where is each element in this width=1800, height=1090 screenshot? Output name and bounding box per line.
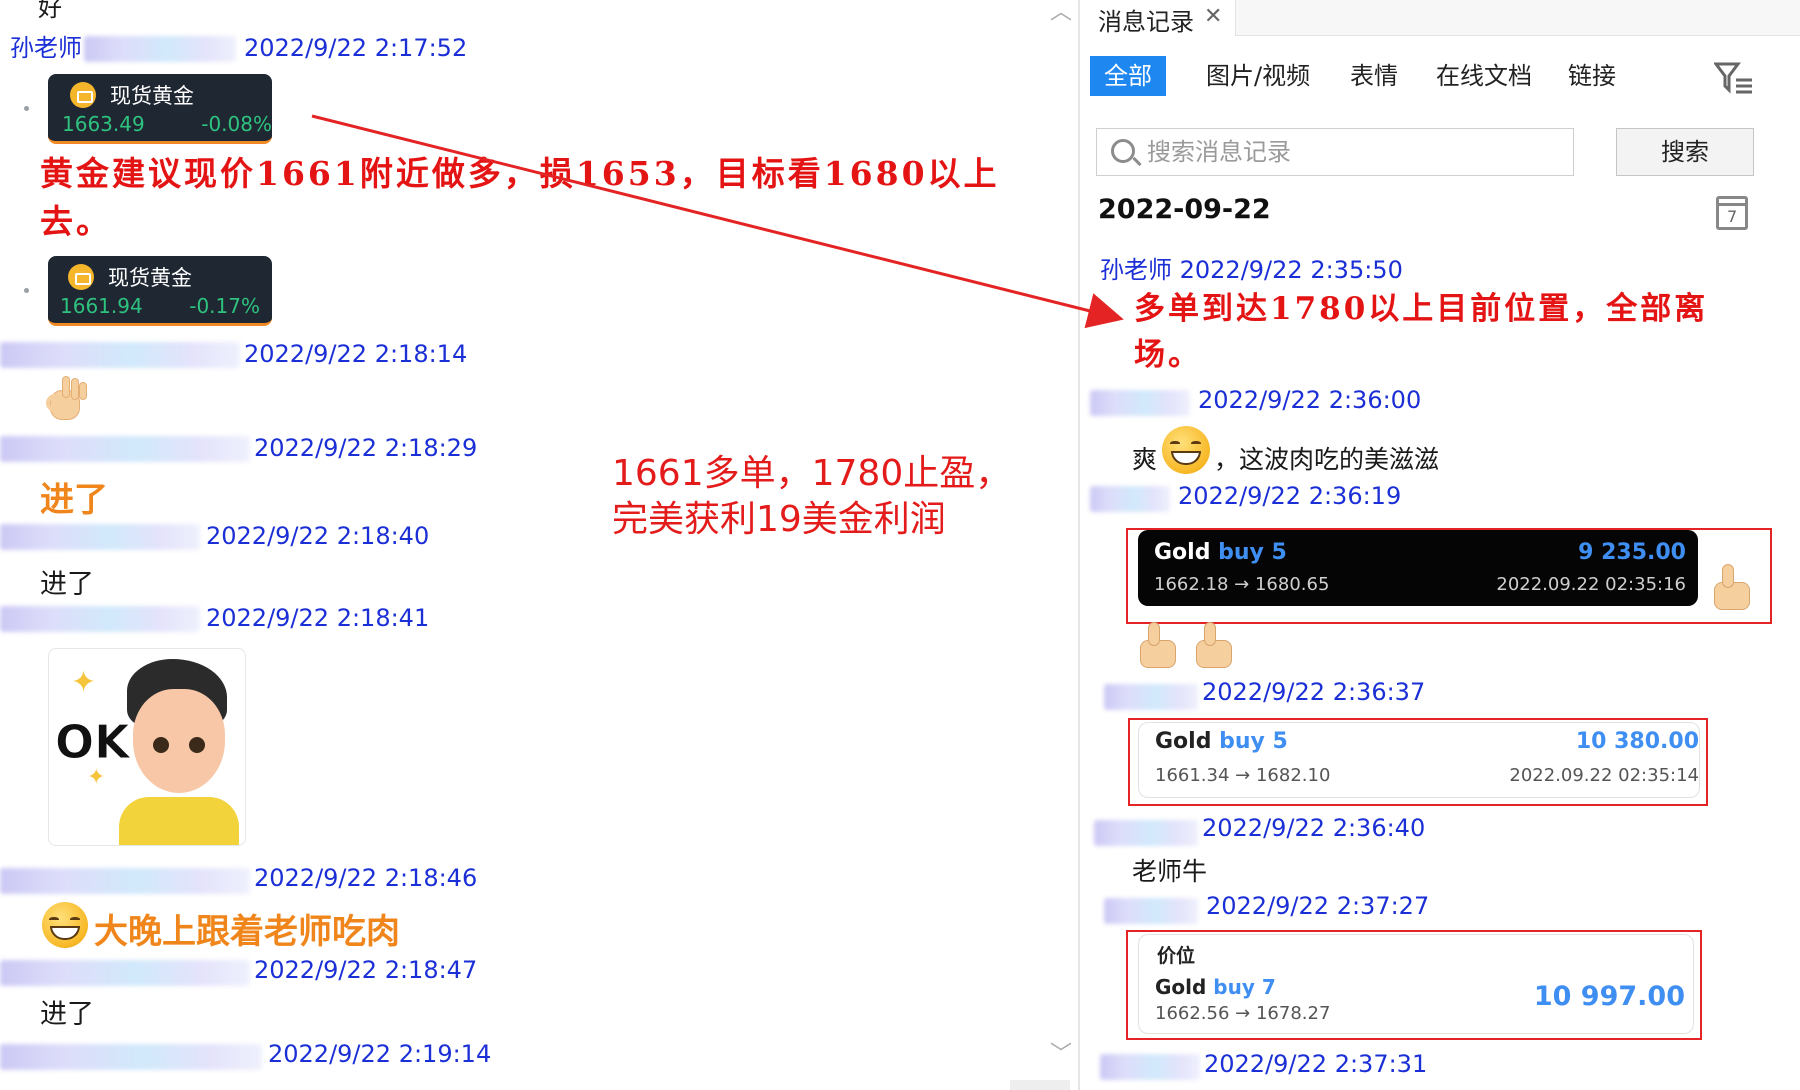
blurred-name (0, 606, 200, 632)
profit-annotation-line2: 完美获利19美金利润 (612, 499, 946, 540)
scroll-down-icon[interactable]: ﹀ (1050, 1036, 1072, 1068)
filter-tab-all[interactable]: 全部 (1090, 56, 1166, 96)
message-time: 2022/9/22 2:37:31 (1204, 1050, 1428, 1078)
trade-profit: 9 235.00 (1578, 540, 1686, 565)
close-icon[interactable]: ✕ (1204, 4, 1222, 29)
blurred-name (0, 868, 250, 894)
gold-coin-icon (70, 82, 96, 108)
trade-label: 价位 (1157, 945, 1196, 967)
trade-profit: 10 380.00 (1575, 729, 1699, 754)
gold-quote-card[interactable]: 现货黄金 1661.94 -0.17% (48, 256, 272, 326)
blurred-name (1090, 486, 1170, 512)
trade-prices: 1661.34 → 1682.10 (1155, 765, 1331, 786)
teacher-advice-message: 黄金建议现价1661附近做多，损1653，目标看1680以上去。 (40, 154, 1000, 241)
trade-screenshot[interactable]: 价位 Gold buy 7 10 997.00 1662.56 → 1678.2… (1138, 934, 1694, 1034)
quote-name: 现货黄金 (108, 266, 192, 290)
tab-title: 消息记录 (1098, 8, 1194, 36)
message-time: 2022/9/22 2:36:00 (1198, 386, 1422, 414)
quote-name: 现货黄金 (110, 84, 194, 108)
message-history-panel: 消息记录 ✕ 全部 图片/视频 表情 在线文档 链接 搜索 2022-09-22… (1080, 0, 1800, 1090)
search-button[interactable]: 搜索 (1616, 128, 1754, 176)
message-text-prefix: 爽 (1132, 445, 1158, 474)
gold-coin-icon (68, 264, 94, 290)
trade-screenshot[interactable]: Gold buy 5 10 380.00 1661.34 → 1682.10 2… (1138, 722, 1700, 798)
date-heading: 2022-09-22 (1098, 194, 1271, 225)
filter-tab-emoji[interactable]: 表情 (1336, 56, 1412, 96)
tab-message-history[interactable]: 消息记录 ✕ (1080, 0, 1236, 36)
bullet (24, 106, 29, 111)
message-time: 2022/9/22 2:18:47 (254, 956, 478, 984)
message-time: 2022/9/22 2:18:40 (206, 522, 430, 550)
filter-tab-links[interactable]: 链接 (1554, 56, 1630, 96)
thumbs-up-icon (1710, 564, 1754, 612)
trade-symbol: Gold buy 5 (1154, 540, 1287, 565)
teacher-exit-message: 多单到达1780以上目前位置，全部离场。 (1134, 291, 1709, 373)
blurred-name (0, 342, 240, 368)
blurred-name (1104, 898, 1198, 924)
trade-screenshot[interactable]: Gold buy 5 9 235.00 1662.18 → 1680.65 20… (1138, 530, 1698, 606)
search-box (1096, 128, 1574, 176)
trade-prices: 1662.56 → 1678.27 (1155, 1003, 1331, 1024)
grin-emoji-icon (42, 902, 88, 948)
trade-time: 2022.09.22 02:35:16 (1496, 574, 1686, 595)
message-time: 2022/9/22 2:18:29 (254, 434, 478, 462)
trade-symbol: Gold buy 5 (1155, 729, 1288, 754)
tab-strip: 消息记录 ✕ (1080, 0, 1800, 36)
trade-symbol: Gold buy 7 (1155, 975, 1276, 999)
partial-top-message: 好 (38, 0, 62, 22)
blurred-name (0, 436, 250, 462)
quote-price: 1663.49 (62, 112, 145, 136)
message-time: 2022/9/22 2:18:46 (254, 864, 478, 892)
blurred-name (1094, 820, 1198, 846)
message-time: 2022/9/22 2:18:14 (244, 340, 468, 368)
message-text: 老师牛 (1132, 857, 1208, 886)
blurred-name (84, 36, 236, 62)
blurred-name (0, 1044, 262, 1070)
grin-emoji-icon (1162, 426, 1210, 474)
message-text: 进了 (40, 480, 108, 520)
profit-annotation-line1: 1661多单，1780止盈， (612, 453, 1012, 494)
blurred-name (0, 960, 250, 986)
gold-quote-card[interactable]: 现货黄金 1663.49 -0.08% (48, 74, 272, 144)
blurred-name (1104, 684, 1198, 710)
message-text: 进了 (40, 569, 94, 600)
quote-change: -0.17% (189, 294, 260, 318)
calendar-icon[interactable]: 7 (1716, 196, 1748, 230)
quote-change: -0.08% (201, 112, 272, 136)
ok-boy-sticker[interactable]: ✦ ✦ OK (48, 648, 246, 846)
message-time: 2022/9/22 2:36:37 (1202, 678, 1426, 706)
bullet (24, 288, 29, 293)
message-time: 2022/9/22 2:36:19 (1178, 482, 1402, 510)
trade-time: 2022.09.22 02:35:14 (1509, 765, 1699, 786)
message-text: 大晚上跟着老师吃肉 (94, 912, 400, 952)
trade-profit: 10 997.00 (1533, 981, 1685, 1012)
trade-prices: 1662.18 → 1680.65 (1154, 574, 1330, 595)
message-text: ，这波肉吃的美滋滋 (1214, 445, 1440, 474)
chat-pane: 好 ︿ 孙老师 2022/9/22 2:17:52 现货黄金 1663.49 -… (0, 0, 1078, 1090)
quote-price: 1661.94 (60, 294, 143, 318)
message-text: 进了 (40, 999, 94, 1030)
teacher-sender-line: 孙老师 2022/9/22 2:35:50 (1100, 256, 1403, 284)
message-time: 2022/9/22 2:18:41 (206, 604, 430, 632)
blurred-name (1100, 1054, 1200, 1080)
message-time: 2022/9/22 2:17:52 (244, 34, 468, 62)
message-time: 2022/9/22 2:37:27 (1206, 892, 1430, 920)
thumbs-up-icon (1192, 622, 1236, 670)
filter-tab-media[interactable]: 图片/视频 (1192, 56, 1324, 96)
message-time: 2022/9/22 2:36:40 (1202, 814, 1426, 842)
ok-hand-icon (44, 376, 87, 422)
thumbs-up-icon (1136, 622, 1180, 670)
search-icon (1111, 139, 1135, 163)
scrollbar-thumb[interactable] (1010, 1080, 1070, 1090)
message-time: 2022/9/22 2:19:14 (268, 1040, 492, 1068)
blurred-name (1090, 390, 1190, 416)
blurred-name (0, 524, 200, 550)
search-input[interactable] (1147, 135, 1567, 169)
scroll-up-icon[interactable]: ︿ (1050, 0, 1072, 26)
sticker-ok-text: OK (55, 715, 131, 770)
sender-name-teacher: 孙老师 (10, 34, 82, 62)
filter-tab-docs[interactable]: 在线文档 (1422, 56, 1546, 96)
filter-icon[interactable] (1714, 62, 1754, 94)
